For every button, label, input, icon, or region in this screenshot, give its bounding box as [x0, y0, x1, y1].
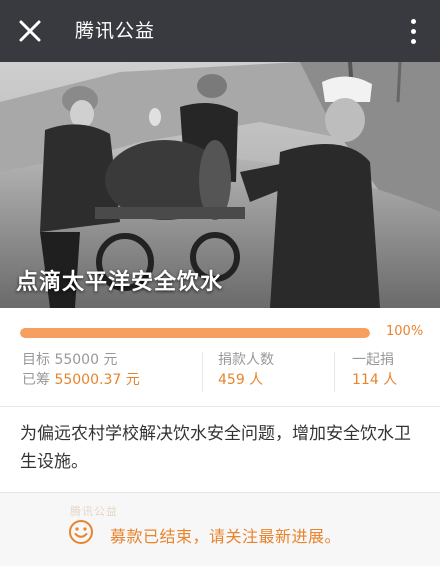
- divider: [334, 352, 335, 392]
- close-button[interactable]: [14, 15, 46, 47]
- top-bar: 腾讯公益: [0, 0, 440, 62]
- donation-stats: 目标 55000 元 已筹 55000.37 元 捐款人数 459 人 一起捐 …: [0, 348, 440, 396]
- together-value: 114 人: [352, 372, 398, 388]
- divider: [202, 352, 203, 392]
- fundraising-status: 募款已结束，请关注最新进展。: [110, 527, 342, 546]
- more-vertical-icon: [411, 19, 416, 24]
- project-cover-image: 点滴太平洋安全饮水: [0, 62, 440, 308]
- project-description: 为偏远农村学校解决饮水安全问题，增加安全饮水卫生设施。: [20, 424, 411, 472]
- target-stat: 目标 55000 元 已筹 55000.37 元: [22, 350, 140, 390]
- status-footer: 腾讯公益 募款已结束，请关注最新进展。: [0, 492, 440, 566]
- target-label: 目标: [22, 352, 50, 368]
- raised-label: 已筹: [22, 372, 50, 388]
- progress-percent: 100%: [386, 324, 424, 339]
- close-icon: [19, 20, 41, 42]
- watermark: 腾讯公益: [70, 505, 118, 518]
- project-title: 点滴太平洋安全饮水: [16, 270, 224, 295]
- together-label: 一起捐: [352, 352, 394, 368]
- progress-bar: [20, 328, 370, 338]
- progress-fill: [20, 328, 370, 338]
- divider: [0, 406, 440, 407]
- more-menu-button[interactable]: [408, 15, 420, 47]
- together-stat: 一起捐 114 人: [352, 350, 397, 390]
- page-title: 腾讯公益: [75, 20, 156, 42]
- donors-label: 捐款人数: [218, 352, 274, 368]
- raised-value: 55000.37 元: [54, 372, 140, 388]
- smile-icon: [69, 520, 93, 544]
- donors-value: 459 人: [218, 372, 264, 388]
- donors-stat: 捐款人数 459 人: [218, 350, 274, 390]
- target-value: 55000 元: [54, 352, 118, 368]
